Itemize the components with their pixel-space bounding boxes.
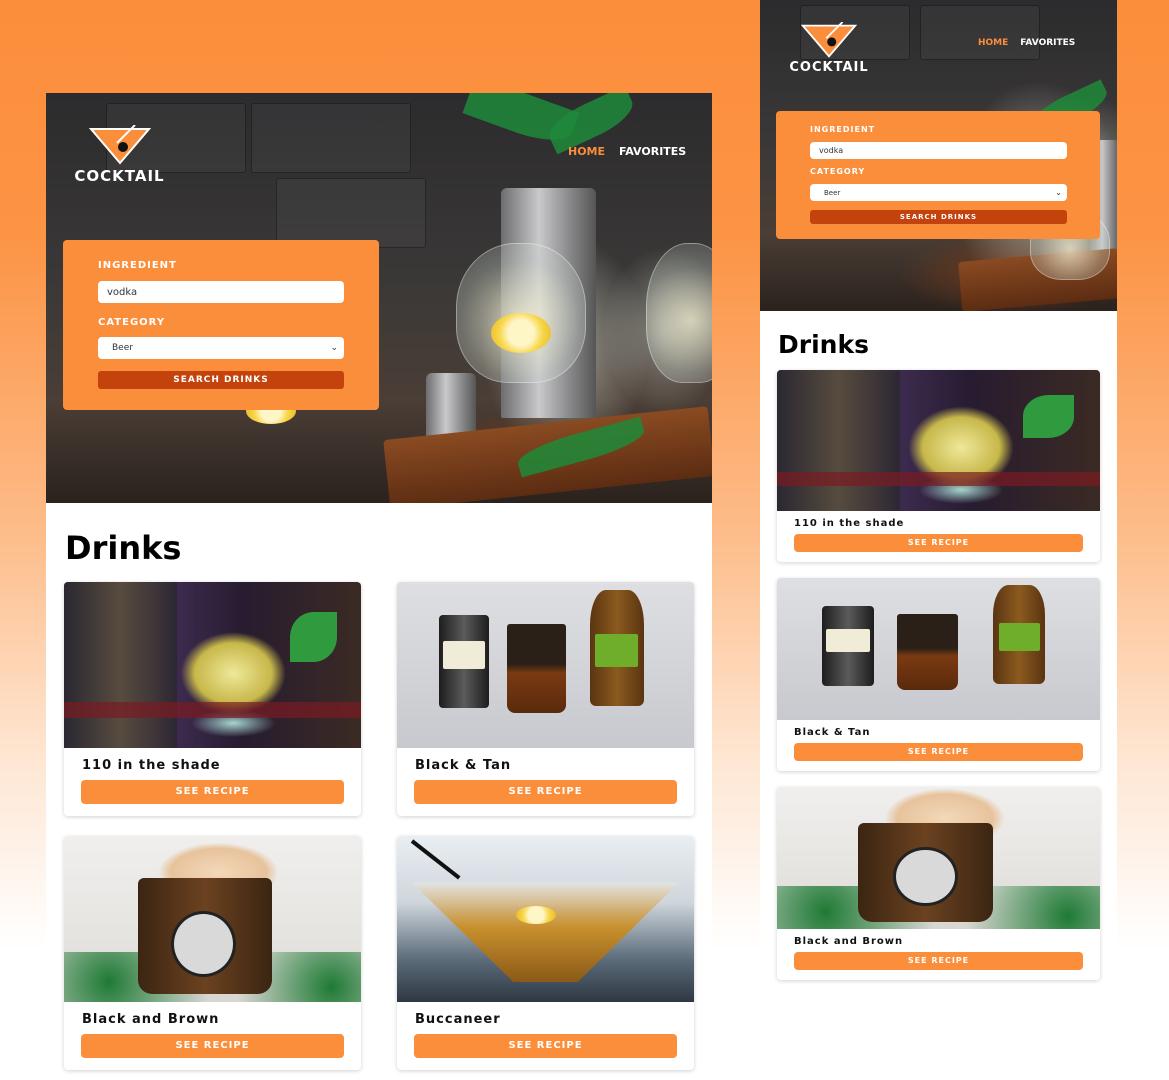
drink-image[interactable] — [397, 836, 694, 1002]
search-drinks-button[interactable]: SEARCH DRINKS — [810, 210, 1067, 224]
see-recipe-button[interactable]: SEE RECIPE — [794, 952, 1083, 970]
drink-name: 110 in the shade — [82, 758, 221, 773]
drinks-title: Drinks — [778, 330, 869, 359]
see-recipe-button[interactable]: SEE RECIPE — [794, 534, 1083, 552]
chevron-down-icon: ⌄ — [1055, 188, 1062, 197]
drinks-title: Drinks — [65, 529, 182, 567]
cocktail-glass-icon — [800, 22, 858, 58]
desktop-hero: COCKTAIL HOME FAVORITES INGREDIENT vodka… — [46, 93, 712, 503]
nav-favorites[interactable]: FAVORITES — [1020, 38, 1075, 48]
drink-name: Black & Tan — [794, 727, 871, 738]
drink-name: 110 in the shade — [794, 518, 905, 529]
ingredient-label: INGREDIENT — [98, 260, 177, 271]
drink-card: Black and Brown SEE RECIPE — [777, 787, 1100, 980]
category-value: Beer — [824, 188, 841, 197]
drink-image[interactable] — [64, 582, 361, 748]
nav-home[interactable]: HOME — [978, 38, 1008, 48]
mobile-content: Drinks 110 in the shade SEE RECIPE Black… — [760, 311, 1117, 1080]
ingredient-value: vodka — [107, 286, 138, 298]
drink-image[interactable] — [777, 787, 1100, 929]
category-select[interactable]: Beer ⌄ — [810, 184, 1067, 201]
mobile-hero: COCKTAIL HOME FAVORITES INGREDIENT vodka… — [760, 0, 1117, 311]
glass-decor — [646, 243, 712, 383]
search-drinks-button[interactable]: SEARCH DRINKS — [98, 371, 344, 389]
brand-logo[interactable]: COCKTAIL — [774, 22, 884, 75]
brand-name: COCKTAIL — [74, 167, 165, 185]
drink-image[interactable] — [777, 370, 1100, 511]
brick-decor — [251, 103, 411, 173]
cocktail-glass-icon — [88, 125, 151, 165]
brand-logo[interactable]: COCKTAIL — [62, 125, 177, 185]
drink-card: 110 in the shade SEE RECIPE — [64, 582, 361, 816]
brand-name: COCKTAIL — [789, 60, 869, 75]
ingredient-input[interactable]: vodka — [98, 281, 344, 303]
drink-name: Black and Brown — [794, 936, 904, 947]
search-panel: INGREDIENT vodka CATEGORY Beer ⌄ SEARCH … — [63, 240, 379, 410]
brick-decor — [276, 178, 426, 248]
nav-home[interactable]: HOME — [568, 145, 605, 158]
drink-card: Black & Tan SEE RECIPE — [777, 578, 1100, 771]
see-recipe-button[interactable]: SEE RECIPE — [414, 1034, 677, 1058]
search-panel: INGREDIENT vodka CATEGORY Beer ⌄ SEARCH … — [776, 111, 1100, 239]
category-value: Beer — [112, 343, 133, 353]
ingredient-input[interactable]: vodka — [810, 142, 1067, 159]
chevron-down-icon: ⌄ — [330, 343, 338, 353]
drink-image[interactable] — [777, 578, 1100, 720]
desktop-content: Drinks 110 in the shade SEE RECIPE Black… — [46, 503, 712, 1080]
main-nav: HOME FAVORITES — [978, 38, 1075, 48]
category-select[interactable]: Beer ⌄ — [98, 337, 344, 359]
see-recipe-button[interactable]: SEE RECIPE — [794, 743, 1083, 761]
drink-name: Black and Brown — [82, 1012, 220, 1027]
ingredient-label: INGREDIENT — [810, 125, 876, 134]
see-recipe-button[interactable]: SEE RECIPE — [81, 780, 344, 804]
drink-card: Black and Brown SEE RECIPE — [64, 836, 361, 1070]
category-label: CATEGORY — [98, 317, 166, 328]
nav-favorites[interactable]: FAVORITES — [619, 145, 686, 158]
drink-image[interactable] — [397, 582, 694, 748]
drink-name: Black & Tan — [415, 758, 512, 773]
see-recipe-button[interactable]: SEE RECIPE — [81, 1034, 344, 1058]
drink-card: Buccaneer SEE RECIPE — [397, 836, 694, 1070]
drink-card: Black & Tan SEE RECIPE — [397, 582, 694, 816]
brick-decor — [920, 5, 1040, 60]
see-recipe-button[interactable]: SEE RECIPE — [414, 780, 677, 804]
category-label: CATEGORY — [810, 167, 866, 176]
ingredient-value: vodka — [819, 146, 844, 155]
lemon-decor — [491, 313, 551, 353]
drink-name: Buccaneer — [415, 1012, 501, 1027]
main-nav: HOME FAVORITES — [568, 145, 686, 158]
drink-image[interactable] — [64, 836, 361, 1002]
drink-card: 110 in the shade SEE RECIPE — [777, 370, 1100, 562]
